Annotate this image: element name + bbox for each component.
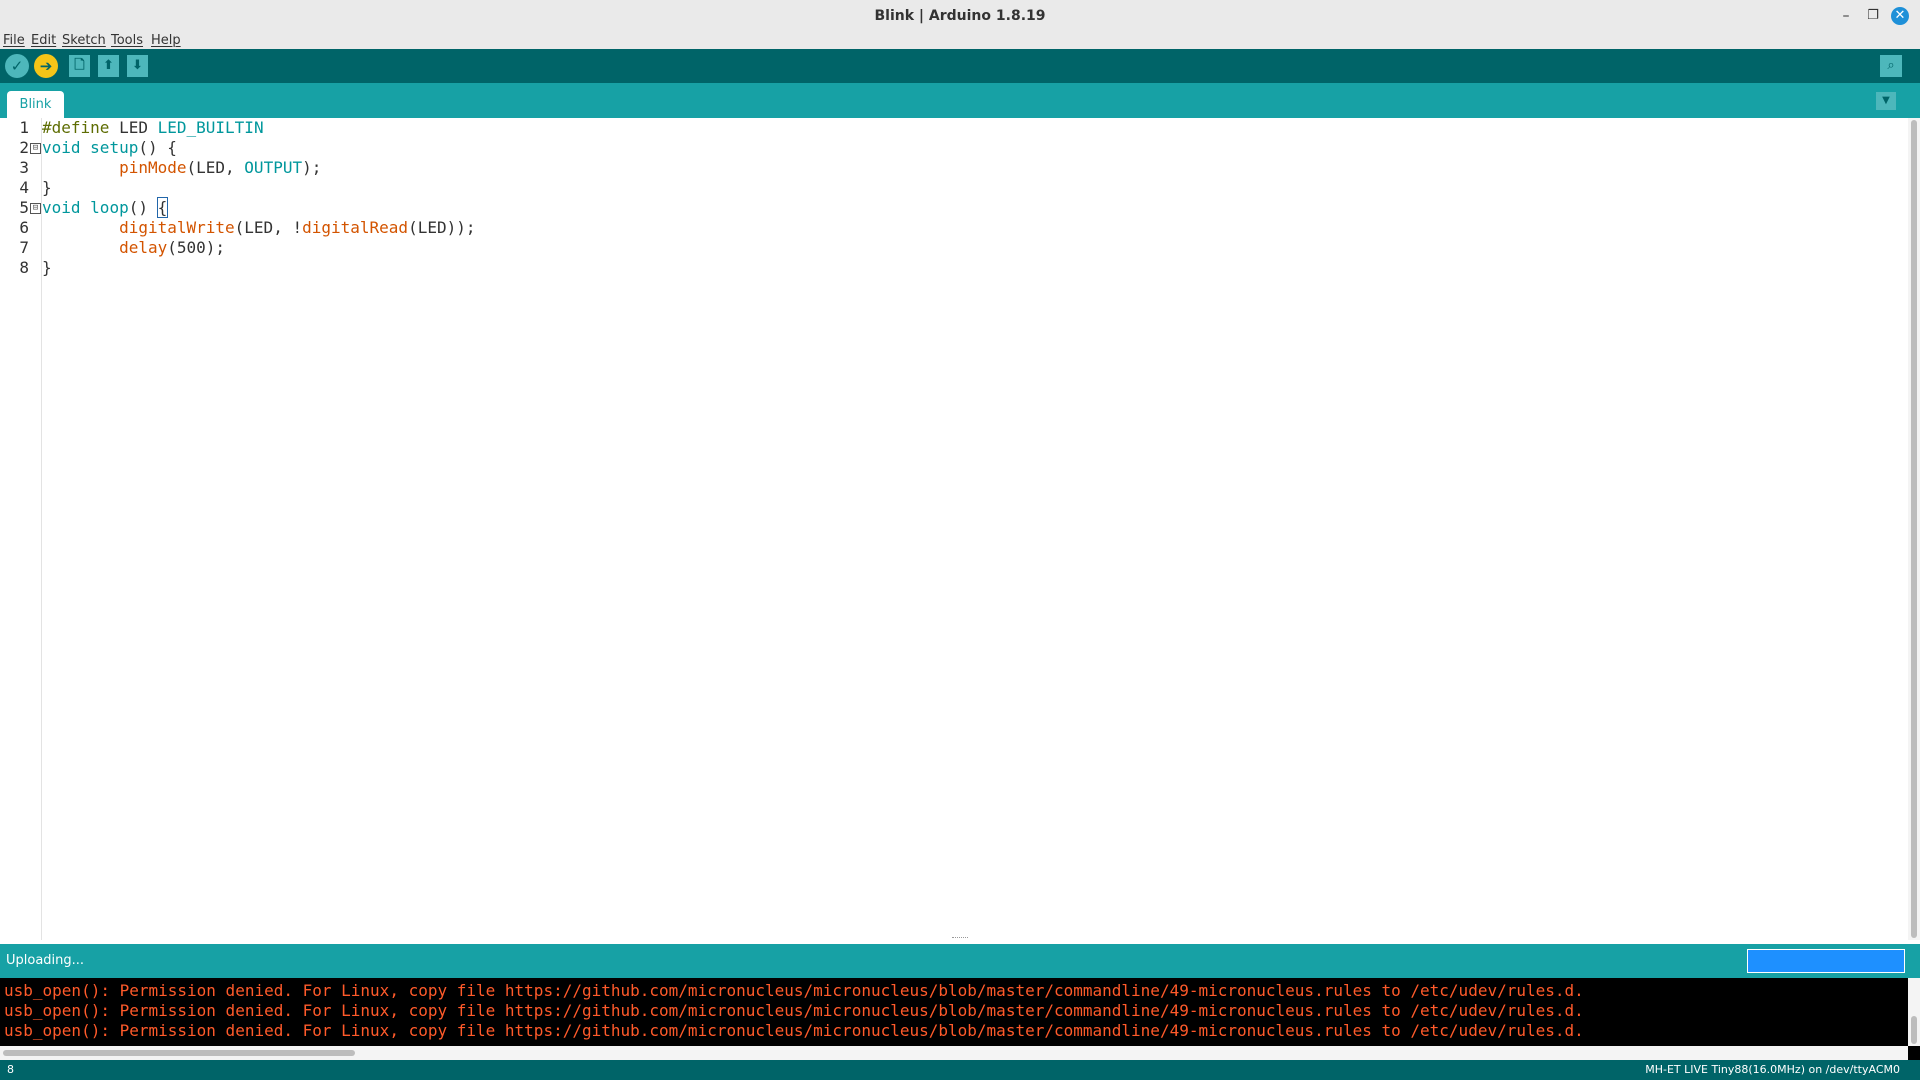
save-sketch-button[interactable]: ⬇ [127,55,148,77]
scrollbar-thumb[interactable] [1911,1016,1917,1044]
scrollbar-thumb[interactable] [1911,120,1917,938]
menu-edit[interactable]: Edit [31,32,56,49]
function-call-token: digitalWrite [119,218,235,237]
serial-monitor-button[interactable]: ⌕ [1880,55,1902,77]
chevron-down-icon: ▼ [1882,95,1890,106]
code-token: } [42,258,52,277]
upload-progress-bar [1747,949,1905,973]
status-message: Uploading... [6,953,85,968]
fold-toggle-icon[interactable]: ⊟ [30,143,41,154]
menu-file[interactable]: File [3,32,25,49]
console-line: usb_open(): Permission denied. For Linux… [4,1021,1584,1040]
code-editor[interactable]: 1 2 3 4 5 6 7 8 ⊟ ⊟ #define LED LED_BUIL… [0,118,1920,940]
code-line: delay(500); [42,238,225,258]
code-line: pinMode(LED, OUTPUT); [42,158,321,178]
line-number: 5 [19,198,29,217]
code-token: (LED)); [408,218,476,237]
menu-tools[interactable]: Tools [111,32,143,49]
text-cursor-brace: { [156,197,169,218]
function-name-token: setup [90,138,139,157]
constant-token: OUTPUT [244,158,303,177]
fold-toggle-icon[interactable]: ⊟ [30,203,41,214]
line-number: 8 [19,258,29,277]
menu-bar: File Edit Sketch Tools Help [0,32,1920,49]
code-line: } [42,178,52,198]
menu-help[interactable]: Help [151,32,181,49]
console-line: usb_open(): Permission denied. For Linux… [4,1001,1584,1020]
keyword-token: void [42,138,81,157]
line-gutter: 1 2 3 4 5 6 7 8 ⊟ ⊟ [0,118,42,940]
constant-token: LED_BUILTIN [157,118,264,137]
code-token: () { [138,138,177,157]
open-sketch-button[interactable]: ⬆ [98,55,119,77]
console-horizontal-scrollbar[interactable] [0,1046,1908,1060]
code-line: void loop() { [42,197,169,218]
code-token: (500); [167,238,226,257]
board-port-info: MH-ET LIVE Tiny88(16.0MHz) on /dev/ttyAC… [1645,1063,1900,1076]
code-token: (LED, ! [234,218,303,237]
code-line: digitalWrite(LED, !digitalRead(LED)); [42,218,476,238]
footer-bar: 8 MH-ET LIVE Tiny88(16.0MHz) on /dev/tty… [0,1060,1920,1080]
status-bar: Uploading... [0,944,1920,978]
console-vertical-scrollbar[interactable] [1908,978,1920,1046]
function-call-token: digitalRead [302,218,409,237]
code-token: } [42,178,52,197]
menu-sketch[interactable]: Sketch [62,32,106,49]
console-line: usb_open(): Permission denied. For Linux… [4,981,1584,1000]
minimize-button[interactable]: – [1836,6,1856,26]
scrollbar-thumb[interactable] [3,1050,355,1056]
new-sketch-button[interactable]: 🗋 [69,55,90,77]
current-line-number: 8 [7,1063,14,1076]
magnifier-icon: ⌕ [1887,58,1895,73]
tab-menu-button[interactable]: ▼ [1876,92,1896,110]
keyword-token: void [42,198,81,217]
tab-blink[interactable]: Blink [7,91,64,118]
maximize-button[interactable]: ❐ [1863,6,1883,26]
title-bar: Blink | Arduino 1.8.19 – ❐ ✕ [0,0,1920,33]
check-icon: ✓ [10,57,24,75]
function-call-token: pinMode [119,158,187,177]
console-output[interactable]: usb_open(): Permission denied. For Linux… [0,978,1920,1060]
line-number: 6 [19,218,29,237]
line-number: 4 [19,178,29,197]
code-token: ); [302,158,322,177]
function-call-token: delay [119,238,168,257]
editor-vertical-scrollbar[interactable] [1908,118,1920,940]
arrow-right-icon: ➔ [39,57,53,75]
verify-button[interactable]: ✓ [5,54,29,78]
toolbar: ✓ ➔ 🗋 ⬆ ⬇ ⌕ [0,49,1920,83]
tab-bar: Blink ▼ [0,83,1920,118]
code-line: void setup() { [42,138,177,158]
line-number: 1 [19,118,29,137]
line-number: 7 [19,238,29,257]
code-line: } [42,258,52,278]
code-token: LED [109,118,158,137]
document-icon: 🗋 [74,58,85,73]
arrow-down-icon: ⬇ [132,58,143,73]
directive-token: #define [42,118,110,137]
line-number: 2 [19,138,29,157]
line-number: 3 [19,158,29,177]
code-line: #define LED LED_BUILTIN [42,118,264,138]
splitter-grip[interactable] [952,937,968,941]
arrow-up-icon: ⬆ [103,58,114,73]
function-name-token: loop [90,198,129,217]
code-token: (LED, [186,158,245,177]
upload-button[interactable]: ➔ [34,54,58,78]
close-button[interactable]: ✕ [1891,7,1909,25]
window-title: Blink | Arduino 1.8.19 [874,8,1046,24]
code-token: () [128,198,158,217]
